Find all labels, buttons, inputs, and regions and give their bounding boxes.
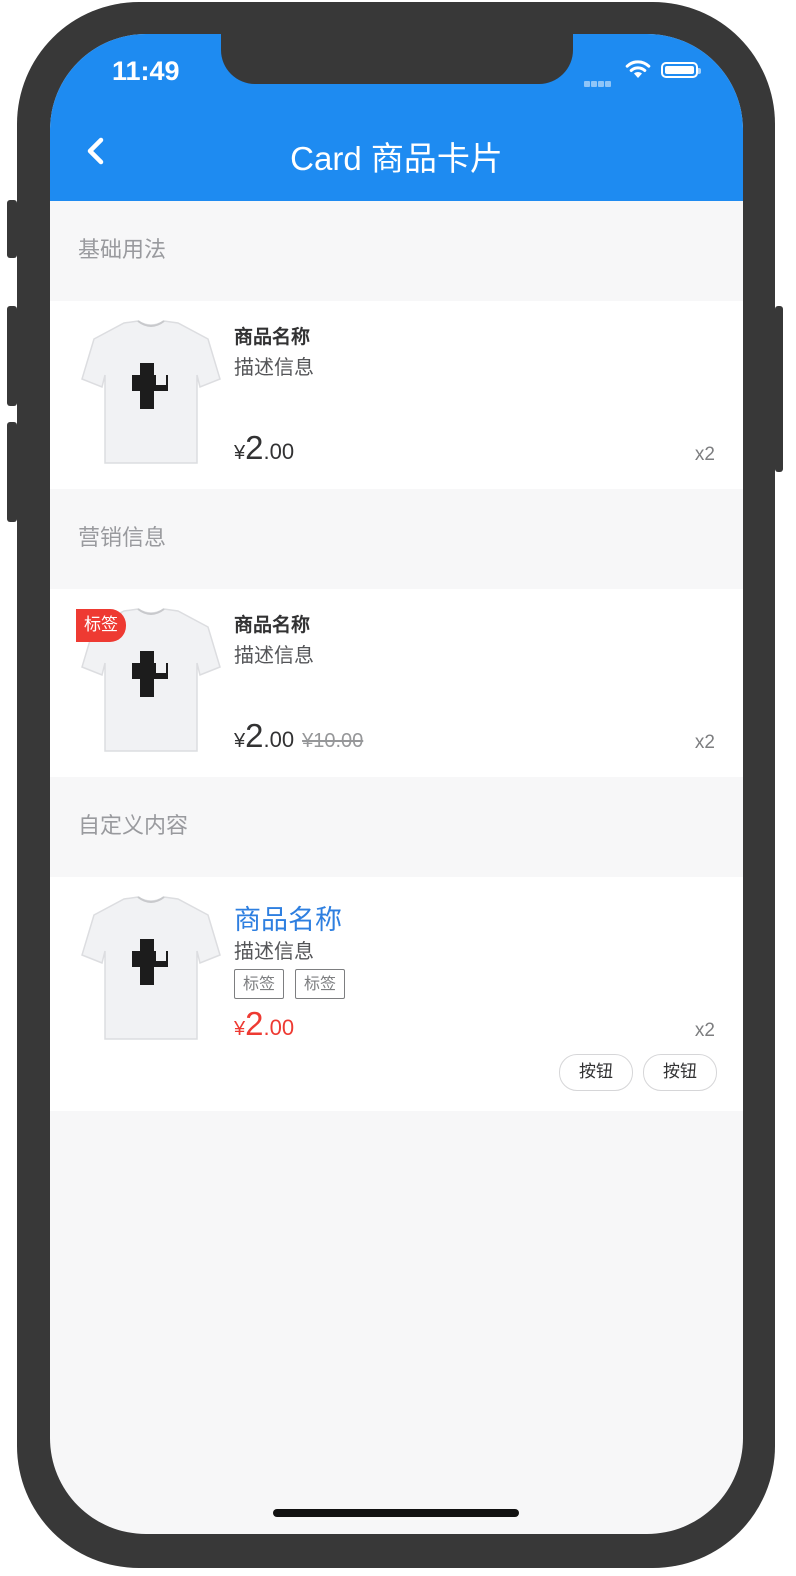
product-price: ¥2.00: [234, 1005, 294, 1043]
page-content: 基础用法 商品名称 描述信息 ¥2.00 x2 营销信息 标签 商品名称 描述信…: [50, 201, 743, 1111]
price-decimal: .00: [263, 439, 295, 464]
price-decimal: .00: [263, 727, 295, 752]
card-button-2[interactable]: 按钮: [643, 1054, 717, 1091]
product-desc: 描述信息: [234, 939, 314, 963]
section-title-basic: 基础用法: [78, 238, 167, 263]
product-desc: 描述信息: [234, 355, 314, 379]
section-title-marketing: 营销信息: [78, 526, 167, 551]
price-currency: ¥: [234, 730, 246, 752]
power-button: [775, 306, 783, 472]
battery-icon: [661, 62, 701, 78]
origin-price: ¥10.00: [302, 730, 364, 752]
promo-tag-badge: 标签: [76, 609, 126, 642]
product-quantity: x2: [694, 732, 715, 753]
price-integer: 2: [245, 1005, 264, 1042]
page-title: Card 商品卡片: [290, 140, 503, 177]
product-quantity: x2: [694, 1020, 715, 1041]
product-name: 商品名称: [234, 326, 311, 348]
product-thumbnail: [76, 893, 226, 1043]
product-thumbnail: [76, 317, 226, 467]
screen: 11:49 Card 商品卡片 基础用法 商品名称 描述信息 ¥2.00 x2 …: [50, 34, 743, 1534]
nav-bar: Card 商品卡片: [50, 94, 743, 201]
section-title-custom: 自定义内容: [78, 814, 189, 839]
status-bar: 11:49: [50, 34, 743, 94]
product-name: 商品名称: [234, 905, 342, 936]
wifi-icon: [624, 58, 652, 84]
product-tag: 标签: [234, 969, 285, 999]
product-card-custom[interactable]: 商品名称 描述信息 标签 标签 ¥2.00 x2 按钮 按钮: [50, 877, 743, 1111]
card-button-1[interactable]: 按钮: [559, 1054, 633, 1091]
mute-switch: [7, 200, 17, 258]
price-currency: ¥: [234, 442, 246, 464]
product-quantity: x2: [694, 444, 715, 465]
volume-down-button: [7, 422, 17, 522]
product-tags: 标签 标签: [234, 969, 356, 999]
volume-up-button: [7, 306, 17, 406]
product-card-basic[interactable]: 商品名称 描述信息 ¥2.00 x2: [50, 301, 743, 489]
home-indicator[interactable]: [273, 1509, 519, 1517]
price-integer: 2: [245, 717, 264, 754]
price-decimal: .00: [263, 1015, 295, 1040]
cellular-signal-icon: [584, 72, 612, 91]
price-integer: 2: [245, 429, 264, 466]
product-card-marketing[interactable]: 标签 商品名称 描述信息 ¥2.00 ¥10.00 x2: [50, 589, 743, 777]
status-time: 11:49: [112, 56, 180, 86]
product-desc: 描述信息: [234, 643, 314, 667]
price-currency: ¥: [234, 1018, 246, 1040]
card-footer-buttons: 按钮 按钮: [549, 1054, 717, 1091]
product-price: ¥2.00 ¥10.00: [234, 717, 363, 755]
notch: [221, 34, 573, 84]
product-name: 商品名称: [234, 614, 311, 636]
product-price: ¥2.00: [234, 429, 294, 467]
product-tag: 标签: [295, 969, 346, 999]
